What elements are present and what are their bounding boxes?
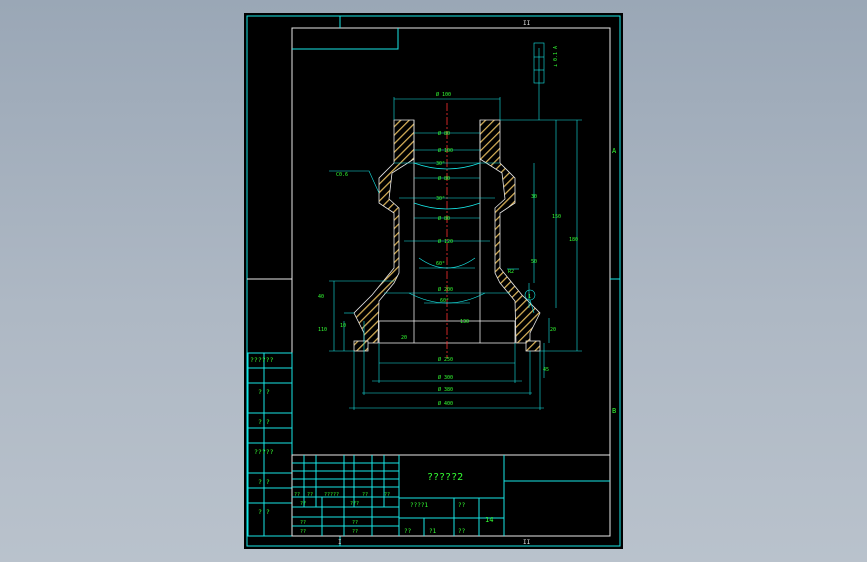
foot-left [353,340,369,352]
dim-2: Ø 100 [438,147,453,154]
wall-right [479,119,541,344]
dim-bot-1: Ø 250 [438,356,453,363]
inner-frame [291,27,611,537]
dim-bot-4: Ø 400 [438,400,453,407]
dim-7: Ø 120 [438,238,453,245]
part-name: ?????2 [427,472,463,483]
corner-box [292,28,399,50]
dim-small-r: R2 [508,269,514,275]
cad-drawing: II II I A B ?????? ? ? ? ? ????? ? ? ? ? [246,15,621,547]
dim-1: Ø 80 [438,130,450,137]
tolerance-box: ⊥ 0.1 A [553,46,559,67]
foot-right [525,340,541,352]
strip-label-2: ? ? [258,388,270,396]
strip-label-5: ? ? [258,478,270,486]
dim-8: 60° [436,261,445,267]
dim-4: Ø 80 [438,175,450,182]
right-mark-a: A [612,147,617,155]
tb-cell-2: ?? [307,492,313,498]
dim-9: Ø 200 [438,286,453,293]
tb-cell-4: ?? [362,492,368,498]
bottom-mark-2: II [523,539,531,546]
wall-left [353,119,415,344]
dim-left-h3: 10 [340,323,346,329]
left-strip [247,352,293,537]
balloon-label: 1 [528,294,531,300]
dim-10: 60° [440,298,449,304]
tb-cell-10: ?? [300,529,306,535]
dimension-lines [329,42,582,410]
dim-right-h3: 130 [460,319,469,325]
tb-bottom-a: ?? [404,528,412,535]
tb-cell-11: ?? [352,529,358,535]
title-block [291,454,611,537]
drawing-sheet: II II I A B ?????? ? ? ? ? ????? ? ? ? ? [244,13,623,549]
tb-bottom-c: ?? [458,528,466,535]
dim-right-h5: 20 [550,327,556,333]
outer-frame [246,15,621,547]
tb-cell-1: ?? [294,492,300,498]
tb-cell-8: ?? [300,520,306,526]
dim-left-h2: 110 [318,327,327,333]
dim-right-h1: 50 [531,259,537,265]
dim-bot-2: Ø 300 [438,374,453,381]
tb-material: ????1 [410,502,428,509]
tb-bottom-b: ?1 [429,528,437,535]
strip-label-3: ? ? [258,418,270,426]
dim-right-h2: 150 [552,214,561,220]
tb-scale-label: ?? [458,502,466,509]
dim-3: 30° [436,161,445,167]
top-mark-2: II [523,20,531,27]
tb-scale-value: 14 [485,516,493,524]
tb-cell-3: ????? [324,492,339,498]
part-section [353,103,541,358]
dim-inner-h: 20 [401,335,407,341]
dim-bot-3: Ø 380 [438,386,453,393]
tb-cell-9: ?? [352,520,358,526]
tb-cell-5: ?? [384,492,390,498]
dim-left-h1: 40 [318,294,324,300]
dim-right-mid: 30 [531,194,537,200]
dim-right-h4: 180 [569,237,578,243]
dim-right-h6: 45 [543,367,549,373]
dim-5: 30° [436,196,445,202]
tb-cell-7: ??? [350,501,359,507]
right-mark-b: B [612,407,616,415]
dim-6: Ø 80 [438,215,450,222]
bottom-mark-1: I [338,539,342,546]
strip-label-6: ? ? [258,508,270,516]
dim-chamfer: C0.6 [336,172,348,178]
tb-cell-6: ?? [300,501,306,507]
strip-label-1: ?????? [250,356,274,364]
dim-top-outer: Ø 100 [436,91,451,98]
strip-label-4: ????? [254,448,274,456]
